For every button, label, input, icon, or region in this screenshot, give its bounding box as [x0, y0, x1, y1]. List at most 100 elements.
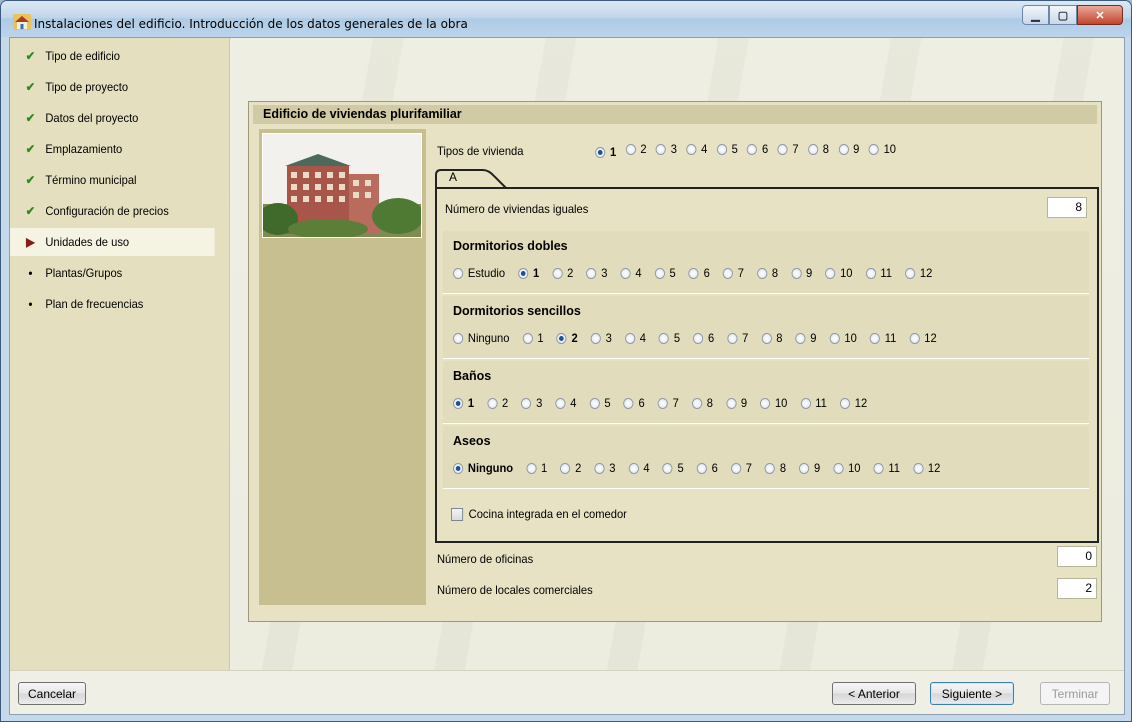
finish-button[interactable]: Terminar: [1040, 682, 1110, 705]
sidebar-item[interactable]: • Plantas/Grupos: [10, 259, 215, 287]
banos-title: Baños: [453, 369, 492, 383]
radio-option[interactable]: 2: [552, 266, 573, 280]
radio-option[interactable]: 9: [791, 266, 812, 280]
radio-option[interactable]: 9: [838, 142, 859, 156]
sidebar-item[interactable]: ✔ Configuración de precios: [10, 197, 215, 225]
radio-option[interactable]: 1: [526, 461, 547, 475]
radio-option[interactable]: 11: [873, 461, 900, 475]
radio-option[interactable]: 4: [555, 396, 576, 410]
radio-option[interactable]: Ninguno: [453, 331, 509, 345]
radio-option[interactable]: 9: [795, 331, 817, 345]
radio-option[interactable]: 7: [777, 142, 799, 156]
cancel-button[interactable]: Cancelar: [18, 682, 86, 705]
radio-label: 3: [601, 266, 608, 280]
sidebar-item[interactable]: ▶ Unidades de uso: [10, 228, 215, 256]
radio-option[interactable]: 10: [833, 461, 861, 475]
radio-option[interactable]: 6: [688, 266, 710, 280]
radio-option[interactable]: 6: [693, 331, 714, 345]
radio-option[interactable]: 4: [624, 331, 646, 345]
radio-option[interactable]: 11: [800, 396, 827, 410]
sidebar-item[interactable]: ✔ Emplazamiento: [10, 135, 215, 163]
radio-option[interactable]: 12: [913, 461, 940, 475]
radio-option[interactable]: 4: [628, 461, 650, 475]
radio-option[interactable]: 5: [662, 461, 684, 475]
radio-option[interactable]: 8: [761, 331, 782, 345]
radio-option[interactable]: 12: [905, 266, 932, 280]
radio-option[interactable]: 5: [589, 396, 611, 410]
checkmark-icon: ✔: [25, 80, 36, 94]
radio-label: 7: [737, 266, 744, 280]
radio-option[interactable]: 5: [716, 142, 738, 156]
cocina-checkbox-row[interactable]: Cocina integrada en el comedor: [451, 507, 627, 521]
radio-option[interactable]: 3: [521, 396, 542, 410]
radio-option[interactable]: 6: [623, 396, 645, 410]
radio-option[interactable]: 10: [760, 396, 787, 410]
radio-option[interactable]: 6: [696, 461, 718, 475]
minimize-button[interactable]: ▁: [1022, 5, 1049, 25]
radio-option[interactable]: 1: [453, 396, 474, 410]
radio-option[interactable]: 9: [799, 461, 820, 475]
close-button[interactable]: ✕: [1077, 5, 1123, 25]
radio-option[interactable]: 10: [868, 142, 896, 156]
sidebar-item[interactable]: ✔ Término municipal: [10, 166, 215, 194]
maximize-icon: ▢: [1057, 9, 1069, 22]
radio-option[interactable]: 1: [522, 331, 544, 345]
radio-option[interactable]: 12: [909, 331, 937, 345]
sidebar-item[interactable]: ✔ Tipo de edificio: [10, 42, 215, 70]
radio-option[interactable]: 4: [620, 266, 642, 280]
next-button[interactable]: Siguiente >: [930, 682, 1014, 705]
sidebar-item[interactable]: ✔ Datos del proyecto: [10, 104, 215, 132]
radio-option[interactable]: 3: [655, 142, 677, 156]
radio-circle-icon: [799, 462, 810, 474]
radio-option[interactable]: 7: [722, 266, 744, 280]
oficinas-input[interactable]: 0: [1057, 546, 1097, 567]
radio-option[interactable]: 7: [730, 461, 752, 475]
radio-option[interactable]: 10: [825, 266, 853, 280]
maximize-button[interactable]: ▢: [1049, 5, 1077, 25]
radio-option[interactable]: 6: [747, 142, 768, 156]
radio-label: 1: [533, 266, 540, 280]
radio-option[interactable]: 2: [556, 331, 578, 345]
radio-option[interactable]: 5: [658, 331, 680, 345]
back-button[interactable]: < Anterior: [832, 682, 916, 705]
aseos-title: Aseos: [453, 434, 491, 448]
num-viviendas-label: Número de viviendas iguales: [445, 202, 589, 216]
radio-option[interactable]: 7: [657, 396, 679, 410]
radio-circle-icon: [696, 462, 707, 474]
radio-option[interactable]: 2: [487, 396, 508, 410]
tab-a[interactable]: [435, 169, 515, 189]
radio-option[interactable]: 11: [869, 331, 896, 345]
radio-option[interactable]: 8: [691, 396, 713, 410]
radio-option[interactable]: 4: [686, 142, 707, 156]
dormitorios-sencillos-section: Dormitorios sencillos Ninguno 1 2 3 4 5 6 7 8 9 10…: [443, 296, 1089, 359]
sidebar-item[interactable]: • Plan de frecuencias: [10, 290, 215, 318]
title-bar[interactable]: Instalaciones del edificio. Introducción…: [1, 1, 1131, 37]
radio-option[interactable]: 11: [865, 266, 892, 280]
radio-option[interactable]: Ninguno: [453, 461, 513, 475]
radio-option[interactable]: 8: [807, 142, 829, 156]
radio-option[interactable]: 10: [829, 331, 857, 345]
sidebar-item-label: Tipo de proyecto: [45, 80, 129, 94]
radio-option[interactable]: 3: [586, 266, 607, 280]
radio-option[interactable]: 8: [764, 461, 786, 475]
radio-label: 4: [701, 142, 708, 156]
radio-option[interactable]: 8: [756, 266, 778, 280]
radio-circle-icon: [829, 332, 840, 344]
num-viviendas-input[interactable]: 8: [1047, 197, 1087, 218]
cocina-checkbox[interactable]: [451, 507, 464, 521]
radio-option[interactable]: 2: [560, 461, 581, 475]
radio-option[interactable]: 2: [625, 142, 647, 156]
locales-input[interactable]: 2: [1057, 578, 1097, 599]
radio-option[interactable]: 5: [654, 266, 676, 280]
radio-option[interactable]: 3: [594, 461, 615, 475]
sidebar-item[interactable]: ✔ Tipo de proyecto: [10, 73, 215, 101]
radio-option[interactable]: 1: [595, 145, 616, 159]
radio-option[interactable]: 1: [518, 266, 539, 280]
main-content: Edificio de viviendas plurifamiliar Tipo…: [231, 38, 1124, 670]
radio-circle-icon: [865, 267, 876, 279]
radio-option[interactable]: 3: [590, 331, 612, 345]
radio-option[interactable]: 7: [727, 331, 748, 345]
radio-option[interactable]: Estudio: [453, 266, 505, 280]
radio-option[interactable]: 9: [725, 396, 747, 410]
radio-option[interactable]: 12: [839, 396, 867, 410]
